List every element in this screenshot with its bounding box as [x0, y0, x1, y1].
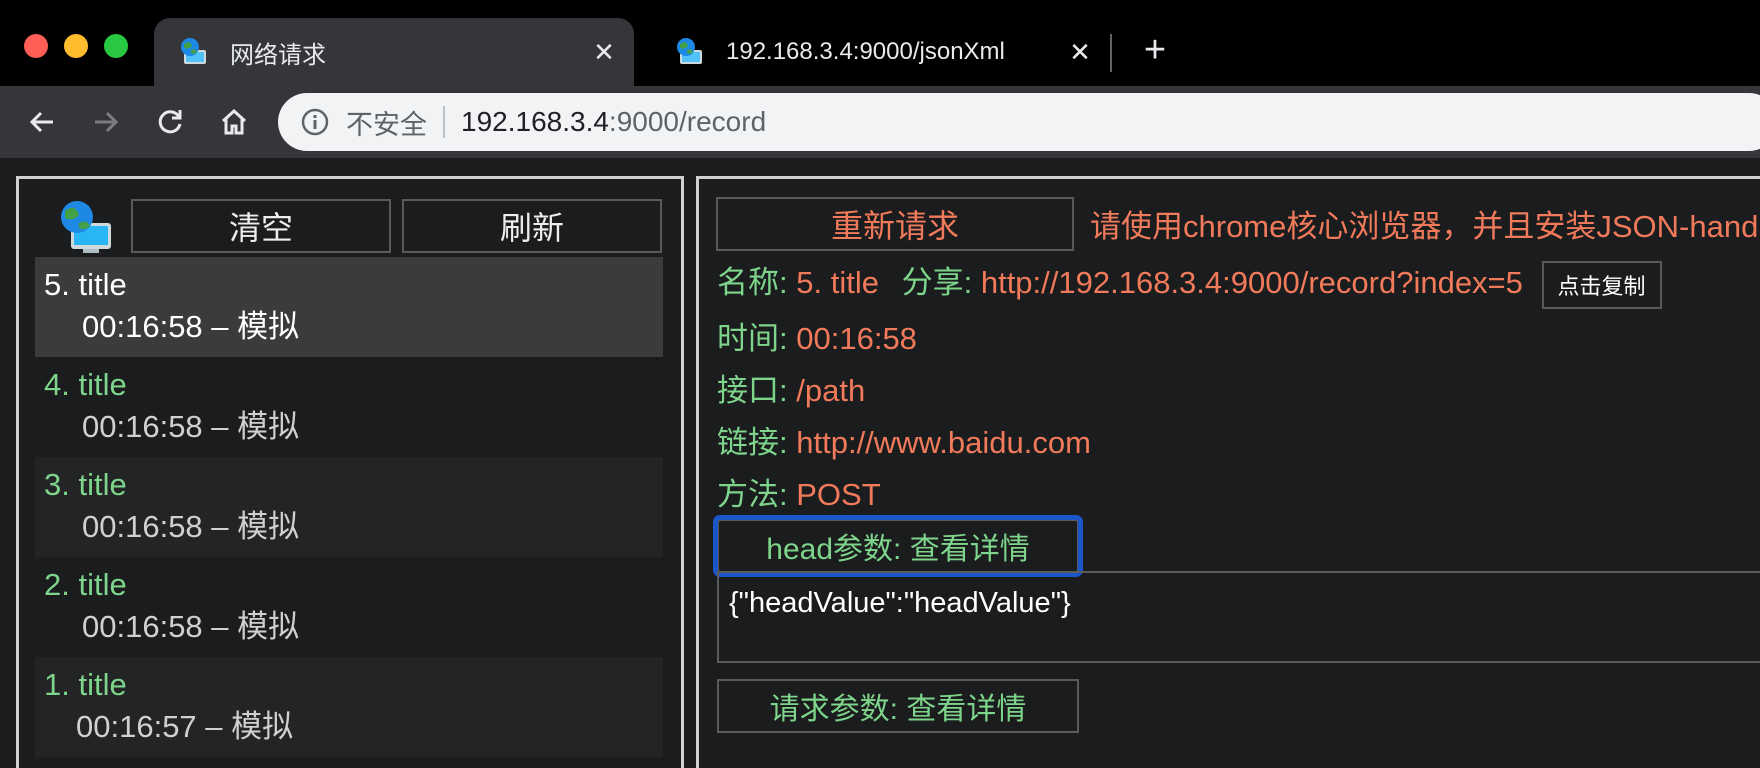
path-row: 接口: /path	[717, 365, 865, 410]
window-zoom-button[interactable]	[104, 34, 128, 58]
address-divider	[443, 106, 445, 138]
arrow-left-icon	[29, 111, 53, 133]
browser-toolbar: 不安全 192.168.3.4 :9000/record	[0, 86, 1760, 158]
record-subtitle: 00:16:57 – 模拟	[76, 709, 294, 744]
record-list: 5. title 00:16:58 – 模拟 4. title 00:16:58…	[35, 257, 663, 757]
globe-computer-icon	[61, 201, 111, 253]
browser-notice: 请使用chrome核心浏览器，并且安装JSON-handle	[1090, 209, 1760, 244]
reload-icon	[158, 110, 182, 134]
record-title: 4. title	[44, 367, 127, 402]
head-params-button[interactable]: head参数: 查看详情	[713, 515, 1083, 577]
browser-tab-bar: 网络请求 ✕ 192.168.3.4:9000/jsonXml ✕ +	[0, 0, 1760, 86]
tab-record[interactable]: 网络请求 ✕	[154, 18, 634, 86]
home-button[interactable]	[212, 100, 256, 144]
record-subtitle: 00:16:58 – 模拟	[82, 609, 300, 644]
reload-button[interactable]	[148, 100, 192, 144]
window-minimize-button[interactable]	[64, 34, 88, 58]
record-detail: 重新请求 请使用chrome核心浏览器，并且安装JSON-handle 名称: …	[696, 176, 1760, 768]
tab-separator	[1110, 34, 1112, 72]
record-subtitle: 00:16:58 – 模拟	[82, 409, 300, 444]
page-content: 清空 刷新 5. title 00:16:58 – 模拟 4. title 00…	[0, 158, 1760, 768]
tab-title: 网络请求	[230, 41, 326, 69]
method-label: 方法:	[717, 477, 788, 512]
resend-button[interactable]: 重新请求	[716, 197, 1074, 251]
refresh-button[interactable]: 刷新	[402, 199, 662, 253]
back-button[interactable]	[20, 100, 64, 144]
name-label: 名称:	[717, 265, 788, 300]
path-label: 接口:	[717, 373, 788, 408]
method-value: POST	[796, 477, 881, 512]
request-params-button[interactable]: 请求参数: 查看详情	[717, 679, 1079, 733]
link-value[interactable]: http://www.baidu.com	[796, 425, 1091, 460]
address-bar[interactable]: 不安全 192.168.3.4 :9000/record	[278, 93, 1760, 151]
link-row: 链接: http://www.baidu.com	[717, 417, 1091, 462]
record-subtitle: 00:16:58 – 模拟	[82, 309, 300, 344]
list-item[interactable]: 4. title 00:16:58 – 模拟	[35, 357, 663, 457]
info-icon[interactable]	[300, 107, 330, 137]
name-value: 5. title	[796, 265, 879, 300]
list-item[interactable]: 5. title 00:16:58 – 模拟	[35, 257, 663, 357]
forward-button[interactable]	[84, 100, 128, 144]
head-params-value: {"headValue":"headValue"}	[717, 571, 1760, 663]
list-item[interactable]: 3. title 00:16:58 – 模拟	[35, 457, 663, 557]
method-row: 方法: POST	[717, 469, 881, 514]
record-subtitle: 00:16:58 – 模拟	[82, 509, 300, 544]
list-item[interactable]: 2. title 00:16:58 – 模拟	[35, 557, 663, 657]
record-sidebar: 清空 刷新 5. title 00:16:58 – 模拟 4. title 00…	[16, 176, 684, 768]
name-row: 名称: 5. title 分享: http://192.168.3.4:9000…	[717, 257, 1662, 309]
tab-jsonxml[interactable]: 192.168.3.4:9000/jsonXml ✕	[650, 18, 1110, 86]
tab-close-button[interactable]: ✕	[1062, 34, 1098, 70]
share-url: http://192.168.3.4:9000/record?index=5	[980, 265, 1523, 300]
copy-button[interactable]: 点击复制	[1541, 260, 1662, 309]
record-title: 5. title	[44, 267, 127, 302]
share-label: 分享:	[901, 265, 973, 300]
time-value: 00:16:58	[796, 321, 917, 356]
tab-close-button[interactable]: ✕	[586, 34, 622, 70]
time-label: 时间:	[717, 321, 788, 356]
tab-title: 192.168.3.4:9000/jsonXml	[726, 38, 1005, 65]
security-status-text: 不安全	[346, 109, 427, 140]
list-item[interactable]: 1. title 00:16:57 – 模拟	[35, 657, 663, 757]
record-title: 2. title	[44, 567, 127, 602]
record-title: 1. title	[44, 667, 127, 702]
window-close-button[interactable]	[24, 34, 48, 58]
time-row: 时间: 00:16:58	[717, 313, 917, 358]
url-path: :9000/record	[608, 106, 767, 137]
arrow-right-icon	[95, 111, 119, 133]
path-value: /path	[796, 373, 866, 408]
globe-computer-icon	[677, 38, 702, 64]
record-title: 3. title	[44, 467, 127, 502]
home-icon	[221, 108, 247, 135]
url-host: 192.168.3.4	[461, 106, 609, 137]
globe-computer-icon	[181, 38, 206, 64]
new-tab-button[interactable]: +	[1135, 30, 1175, 70]
clear-button[interactable]: 清空	[131, 199, 391, 253]
link-label: 链接:	[717, 425, 788, 460]
